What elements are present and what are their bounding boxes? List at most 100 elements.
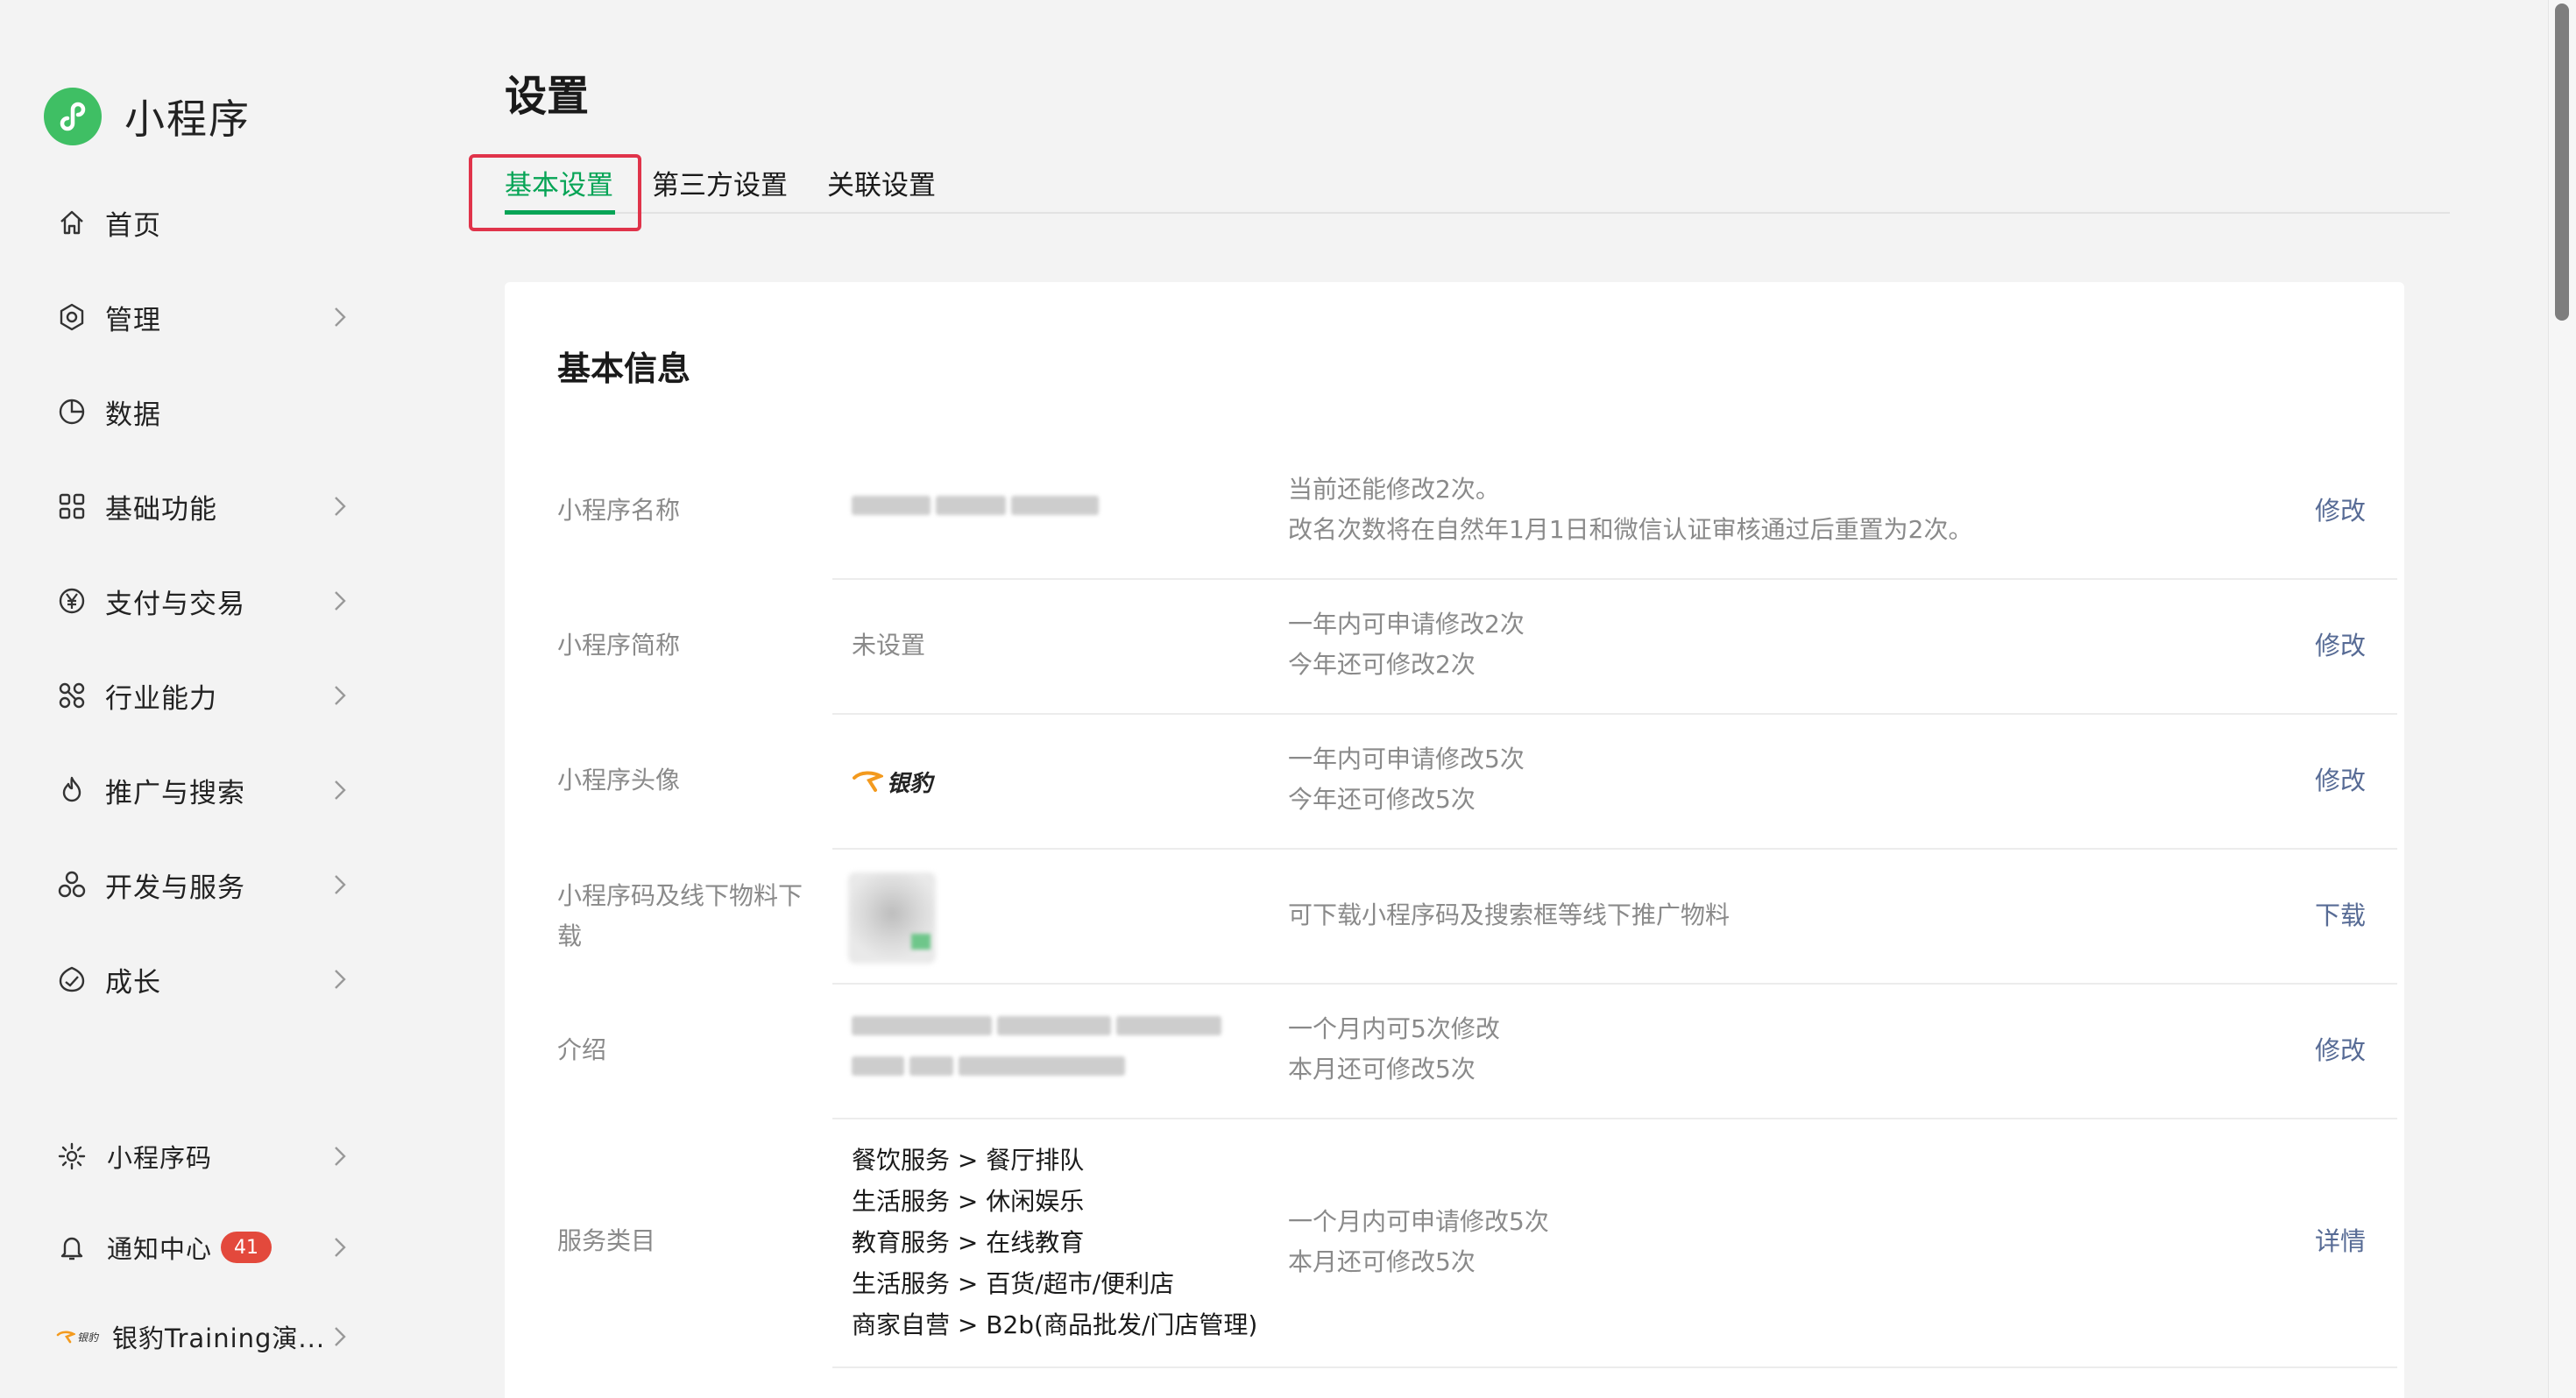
category-item: 生活服务 > 休闲娱乐 — [852, 1187, 1085, 1216]
nav-item-industry[interactable]: 行业能力 — [56, 669, 354, 722]
modify-avatar-link[interactable]: 修改 — [2315, 760, 2366, 801]
row-desc-line: 今年还可修改2次 — [1288, 650, 1476, 679]
category-item: 教育服务 > 在线教育 — [852, 1228, 1085, 1257]
chevron-right-icon — [335, 875, 346, 894]
intro-value-redacted-line — [852, 1056, 1125, 1076]
row-desc-line: 可下载小程序码及搜索框等线下推广物料 — [1288, 900, 1730, 929]
row-label: 小程序名称 — [557, 496, 681, 525]
row-divider — [832, 578, 2397, 580]
row-desc-line: 当前还能修改2次。 — [1288, 475, 1500, 504]
nav-item-growth[interactable]: 成长 — [56, 953, 354, 1006]
row-desc-line: 一年内可申请修改2次 — [1288, 610, 1525, 639]
modify-name-link[interactable]: 修改 — [2315, 491, 2366, 531]
sidebar: 小程序 首页 管理 数据 基础功能 支付与交易 行业能力 推广与搜索 开发与服务… — [0, 0, 394, 1398]
nav-item-notifications[interactable]: 通知中心 41 — [56, 1221, 354, 1274]
nav-label: 首页 — [105, 209, 161, 242]
chevron-right-icon — [335, 307, 346, 327]
row-label: 小程序简称 — [557, 631, 681, 660]
card-title: 基本信息 — [557, 350, 691, 388]
row-divider — [832, 1118, 2397, 1119]
tab-label: 关联设置 — [827, 170, 936, 201]
category-details-link[interactable]: 详情 — [2315, 1221, 2366, 1261]
account-name: 银豹Training演... — [112, 1324, 326, 1353]
flame-icon — [56, 774, 88, 806]
tab-association-settings[interactable]: 关联设置 — [827, 163, 936, 202]
qrcode-image-redacted — [848, 872, 936, 964]
scrollbar-thumb[interactable] — [2555, 4, 2569, 321]
brand-name: 小程序 — [124, 95, 251, 143]
modify-intro-link[interactable]: 修改 — [2315, 1030, 2366, 1070]
account-logo: 银豹 — [56, 1328, 100, 1345]
nav-item-account[interactable]: 银豹 银豹Training演... — [56, 1310, 354, 1363]
nav-label: 行业能力 — [105, 682, 217, 715]
nav-label: 数据 — [105, 399, 161, 431]
row-desc-line: 一个月内可5次修改 — [1288, 1014, 1500, 1043]
row-divider — [832, 713, 2397, 715]
nav-label: 开发与服务 — [105, 872, 245, 904]
chevron-right-icon — [335, 497, 346, 516]
chevron-right-icon — [335, 686, 346, 705]
avatar-logo: 银豹 — [852, 766, 932, 798]
nav-label: 成长 — [105, 966, 161, 999]
qrcode-icon — [56, 1140, 88, 1172]
row-label: 介绍 — [557, 1035, 607, 1064]
chevron-right-icon — [335, 591, 346, 611]
nav-item-payment[interactable]: 支付与交易 — [56, 575, 354, 627]
category-item: 生活服务 > 百货/超市/便利店 — [852, 1269, 1175, 1298]
chevron-right-icon — [335, 1238, 346, 1257]
grid-icon — [56, 491, 88, 522]
basic-info-card: 基本信息 小程序名称 当前还能修改2次。 改名次数将在自然年1月1日和微信认证审… — [505, 282, 2404, 1398]
nav-label: 支付与交易 — [105, 588, 245, 620]
nav-item-data[interactable]: 数据 — [56, 385, 354, 438]
row-label: 服务类目 — [557, 1226, 656, 1255]
home-icon — [56, 207, 88, 238]
chevron-right-icon — [335, 780, 346, 800]
tab-label: 第三方设置 — [652, 170, 788, 201]
nav-label: 推广与搜索 — [105, 777, 245, 809]
nav-label: 基础功能 — [105, 493, 217, 526]
row-divider — [832, 1366, 2397, 1368]
name-value-redacted — [852, 496, 1099, 515]
chevron-right-icon — [335, 970, 346, 989]
leopard-logo-icon — [853, 771, 883, 792]
manage-icon — [56, 301, 88, 333]
growth-icon — [56, 964, 88, 995]
nav-item-development[interactable]: 开发与服务 — [56, 858, 354, 911]
page-title: 设置 — [505, 72, 590, 121]
nav-item-manage[interactable]: 管理 — [56, 291, 354, 343]
nav-label: 小程序码 — [107, 1143, 213, 1173]
notification-count-badge: 41 — [221, 1232, 272, 1263]
nav-label: 通知中心 — [107, 1234, 213, 1264]
yen-icon — [56, 585, 88, 617]
category-item: 餐饮服务 > 餐厅排队 — [852, 1146, 1085, 1175]
row-label: 小程序码及线下物料下载 — [557, 881, 803, 950]
industry-icon — [56, 680, 88, 711]
row-desc-line: 改名次数将在自然年1月1日和微信认证审核通过后重置为2次。 — [1288, 515, 1973, 544]
pie-chart-icon — [56, 396, 88, 427]
bell-icon — [56, 1232, 88, 1263]
short-name-value: 未设置 — [852, 631, 926, 660]
nav-item-home[interactable]: 首页 — [56, 196, 354, 249]
tab-highlight-box — [469, 154, 641, 231]
row-desc-line: 本月还可修改5次 — [1288, 1247, 1476, 1276]
nav-label: 管理 — [105, 304, 161, 336]
row-desc-line: 今年还可修改5次 — [1288, 785, 1476, 814]
nav-item-basic-functions[interactable]: 基础功能 — [56, 480, 354, 533]
row-label: 小程序头像 — [557, 766, 681, 794]
tab-third-party-settings[interactable]: 第三方设置 — [652, 163, 788, 202]
settings-tabs: 基本设置 第三方设置 关联设置 — [505, 158, 2450, 215]
avatar-logo-text: 银豹 — [887, 771, 933, 797]
nav-item-miniprogram-code[interactable]: 小程序码 — [56, 1130, 354, 1183]
row-desc-line: 一年内可申请修改5次 — [1288, 745, 1525, 773]
download-qrcode-link[interactable]: 下载 — [2315, 895, 2366, 936]
row-desc-line: 一个月内可申请修改5次 — [1288, 1207, 1549, 1236]
row-divider — [832, 983, 2397, 985]
category-item: 商家自营 > B2b(商品批发/门店管理) — [852, 1310, 1258, 1339]
qrcode-accent — [911, 934, 931, 950]
row-desc-line: 本月还可修改5次 — [1288, 1055, 1476, 1084]
modify-short-name-link[interactable]: 修改 — [2315, 625, 2366, 666]
chevron-right-icon — [335, 1147, 346, 1166]
nav-item-promotion[interactable]: 推广与搜索 — [56, 764, 354, 816]
miniprogram-logo-icon — [44, 88, 102, 145]
brand[interactable]: 小程序 — [44, 86, 251, 147]
